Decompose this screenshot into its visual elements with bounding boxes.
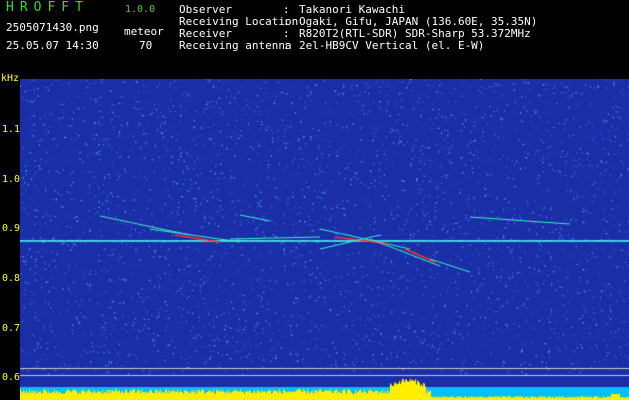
freq-tick-1.1: 1.1 xyxy=(2,124,21,135)
antenna-value: 2el-HB9CV Vertical (el. E-W) xyxy=(299,39,485,52)
freq-tick-0.7: 0.7 xyxy=(2,323,21,334)
spectrogram-canvas xyxy=(20,79,629,400)
freq-tick-1.0: 1.0 xyxy=(2,174,21,185)
freq-tick-0.8: 0.8 xyxy=(2,273,21,284)
file-name: 2505071430.png xyxy=(6,21,99,34)
app-version: 1.0.0 xyxy=(125,4,156,15)
timestamp: 25.05.07 14:30 xyxy=(6,39,99,52)
header-panel: HROFFT 1.0.0 2505071430.png 25.05.07 14:… xyxy=(0,0,629,84)
meteor-count: 70 xyxy=(139,39,153,52)
antenna-separator: : xyxy=(283,39,290,52)
frequency-unit: kHz xyxy=(1,73,20,84)
meteor-label: meteor xyxy=(124,25,164,38)
freq-tick-0.9: 0.9 xyxy=(2,223,21,234)
freq-tick-0.6: 0.6 xyxy=(2,372,21,383)
app-brand: HROFFT xyxy=(6,0,89,15)
antenna-label: Receiving antenna xyxy=(179,39,292,52)
